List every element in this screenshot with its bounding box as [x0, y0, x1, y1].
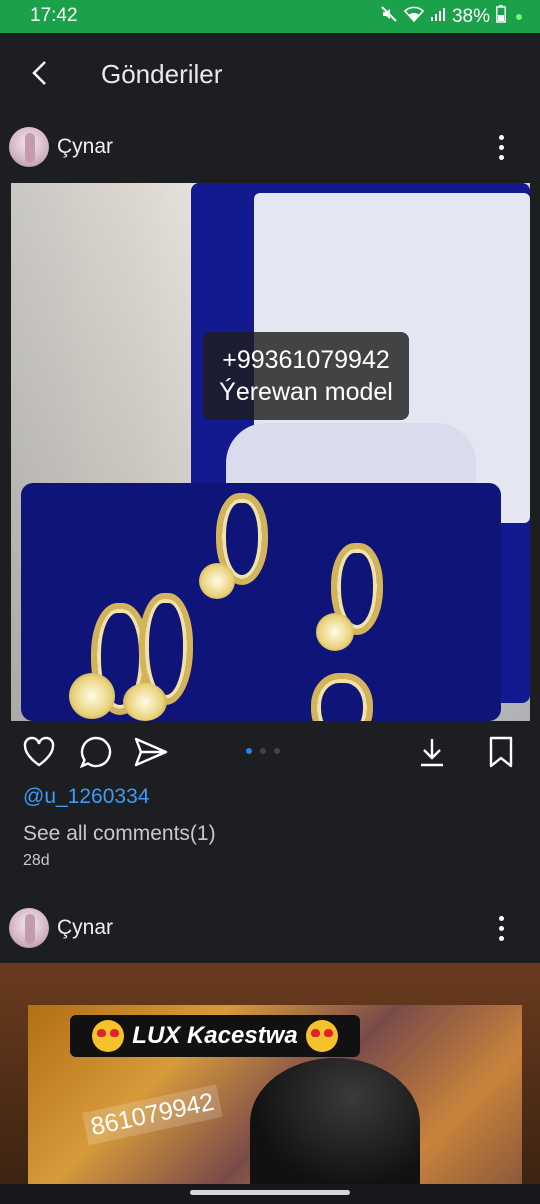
- status-bar: 17:42 38%: [0, 0, 540, 33]
- back-button[interactable]: [24, 57, 56, 89]
- battery-icon: [496, 5, 506, 29]
- signal-icon: [430, 6, 446, 28]
- carousel-dot: [246, 748, 252, 754]
- earring-stone: [316, 613, 354, 651]
- post-actions: [0, 722, 540, 782]
- carousel-dot: [260, 748, 266, 754]
- post-age: 28d: [23, 852, 50, 869]
- comment-button[interactable]: [78, 734, 114, 770]
- download-icon: [421, 739, 443, 767]
- heart-eyes-emoji-icon: [92, 1020, 125, 1052]
- post-header: Çynar: [0, 899, 540, 959]
- earring-stone: [69, 673, 115, 719]
- display-bust: [250, 1058, 420, 1184]
- comment-icon: [79, 736, 112, 769]
- post-image[interactable]: LUX Kacestwa 861079942: [0, 963, 540, 1184]
- see-all-comments-link[interactable]: See all comments(1): [23, 822, 216, 846]
- status-time: 17:42: [30, 5, 78, 26]
- carousel-indicator: [246, 748, 280, 754]
- battery-text: 38%: [451, 6, 490, 27]
- share-button[interactable]: [133, 734, 169, 770]
- username[interactable]: Çynar: [57, 135, 113, 159]
- avatar[interactable]: [9, 908, 49, 948]
- download-button[interactable]: [414, 734, 450, 770]
- post-image[interactable]: [11, 183, 530, 721]
- chevron-left-icon: [32, 61, 46, 85]
- heart-icon: [23, 736, 55, 767]
- privacy-dot-icon: [516, 14, 522, 20]
- image-text-overlay: +99361079942 Ýerewan model: [203, 332, 409, 420]
- carousel-dot: [274, 748, 280, 754]
- more-options-button[interactable]: [488, 130, 514, 164]
- image-banner: LUX Kacestwa: [70, 1015, 360, 1057]
- banner-text: LUX Kacestwa: [132, 1022, 298, 1049]
- mention-link[interactable]: @u_1260334: [23, 785, 149, 809]
- bookmark-icon: [489, 736, 513, 768]
- mute-icon: [380, 5, 398, 29]
- overlay-phone: +99361079942: [222, 346, 390, 374]
- app-bar: Gönderiler: [0, 33, 540, 115]
- post-header: Çynar: [0, 118, 540, 178]
- overlay-model: Ýerewan model: [219, 378, 393, 406]
- page-title: Gönderiler: [101, 59, 223, 89]
- send-icon: [134, 737, 168, 767]
- wifi-icon: [403, 6, 425, 28]
- username[interactable]: Çynar: [57, 916, 113, 940]
- status-icons: 38%: [380, 5, 522, 29]
- bookmark-button[interactable]: [483, 734, 519, 770]
- like-button[interactable]: [21, 734, 57, 770]
- more-options-button[interactable]: [488, 911, 514, 945]
- earring-stone: [199, 563, 235, 599]
- earring-stone: [123, 683, 167, 721]
- avatar[interactable]: [9, 127, 49, 167]
- gesture-handle[interactable]: [190, 1190, 350, 1195]
- heart-eyes-emoji-icon: [305, 1020, 338, 1052]
